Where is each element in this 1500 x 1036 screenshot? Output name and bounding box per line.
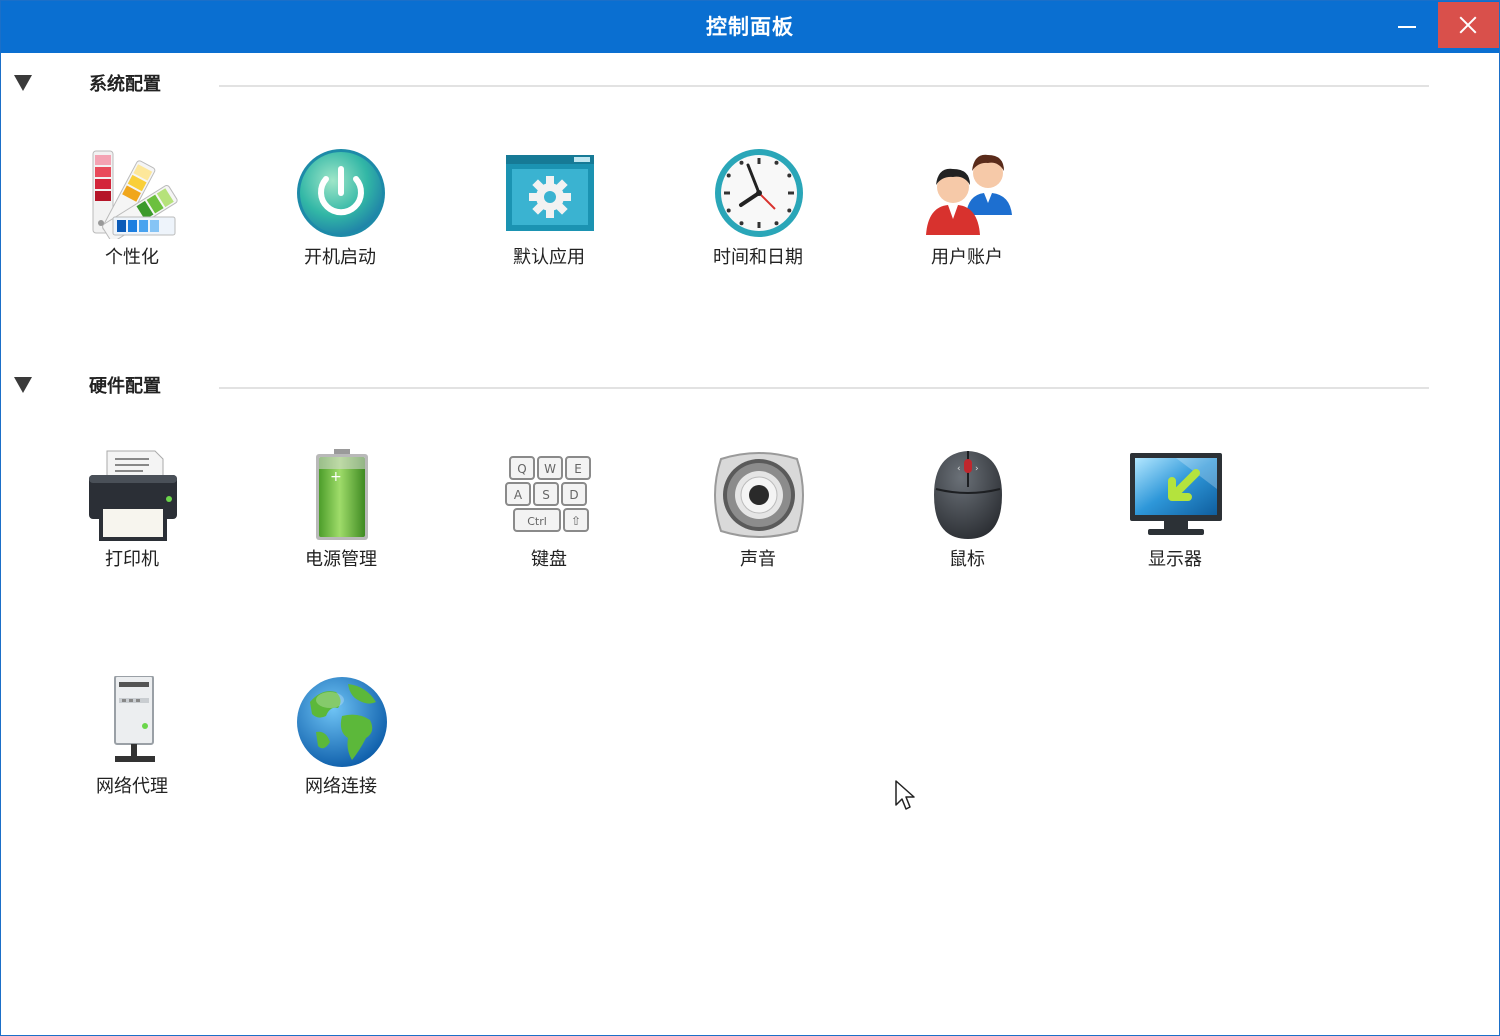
control-panel-window: 控制面板 系统配置 个性化 开机启动 默认应用 时间和日期 用户账户 硬件配置 … bbox=[0, 0, 1500, 1036]
item-label: 默认应用 bbox=[513, 247, 585, 268]
svg-text:⇧: ⇧ bbox=[571, 514, 581, 528]
item-date-time[interactable]: 时间和日期 bbox=[683, 147, 833, 287]
speaker-icon bbox=[714, 452, 804, 538]
section-label: 硬件配置 bbox=[89, 376, 161, 397]
keyboard-icon: Q W E A S D Ctrl ⇧ bbox=[505, 456, 591, 532]
svg-text:W: W bbox=[544, 462, 556, 476]
minimize-button[interactable] bbox=[1381, 1, 1437, 51]
item-network-proxy[interactable]: 网络代理 bbox=[57, 676, 207, 816]
window-title: 控制面板 bbox=[706, 15, 794, 39]
item-keyboard[interactable]: Q W E A S D Ctrl ⇧ 键盘 bbox=[474, 449, 624, 589]
item-mouse[interactable]: ‹ › 鼠标 bbox=[892, 449, 1042, 589]
clock-icon bbox=[715, 149, 803, 237]
item-printer[interactable]: 打印机 bbox=[57, 449, 207, 589]
item-label: 用户账户 bbox=[931, 247, 1003, 268]
collapse-triangle-icon[interactable] bbox=[14, 377, 32, 393]
item-power-management[interactable]: + 电源管理 bbox=[266, 449, 416, 589]
title-bar[interactable]: 控制面板 bbox=[1, 1, 1499, 53]
power-icon bbox=[297, 149, 385, 237]
section-hardware-config: 硬件配置 bbox=[1, 375, 1499, 405]
svg-text:Ctrl: Ctrl bbox=[527, 515, 547, 528]
svg-text:+: + bbox=[330, 469, 342, 485]
item-label: 鼠标 bbox=[949, 549, 985, 570]
network-server-icon bbox=[114, 676, 155, 762]
mouse-icon: ‹ › bbox=[934, 451, 1002, 539]
svg-text:›: › bbox=[975, 464, 979, 474]
svg-text:Q: Q bbox=[517, 462, 526, 476]
item-label: 时间和日期 bbox=[713, 247, 803, 268]
battery-icon: + bbox=[316, 449, 368, 540]
section-divider bbox=[219, 387, 1429, 389]
mouse-pointer-icon bbox=[895, 780, 915, 810]
item-label: 打印机 bbox=[105, 549, 159, 570]
section-divider bbox=[219, 85, 1429, 87]
svg-text:S: S bbox=[542, 488, 550, 502]
item-label: 电源管理 bbox=[305, 549, 377, 570]
gear-window-icon bbox=[506, 155, 594, 231]
item-label: 个性化 bbox=[105, 247, 159, 268]
item-label: 声音 bbox=[740, 549, 776, 570]
close-button[interactable] bbox=[1438, 2, 1499, 48]
item-label: 显示器 bbox=[1148, 549, 1202, 570]
globe-icon bbox=[297, 677, 387, 767]
minimize-icon bbox=[1398, 26, 1416, 28]
item-sound[interactable]: 声音 bbox=[683, 449, 833, 589]
users-icon bbox=[926, 154, 1012, 235]
svg-text:‹: ‹ bbox=[957, 464, 961, 474]
item-default-apps[interactable]: 默认应用 bbox=[474, 147, 624, 287]
color-palette-icon bbox=[92, 150, 178, 239]
section-label: 系统配置 bbox=[89, 74, 161, 95]
item-personalization[interactable]: 个性化 bbox=[57, 147, 207, 287]
svg-text:A: A bbox=[514, 488, 523, 502]
svg-text:D: D bbox=[569, 488, 578, 502]
item-label: 网络代理 bbox=[96, 776, 168, 797]
item-label: 开机启动 bbox=[304, 247, 376, 268]
collapse-triangle-icon[interactable] bbox=[14, 75, 32, 91]
item-display[interactable]: 显示器 bbox=[1100, 449, 1250, 589]
svg-text:E: E bbox=[574, 462, 582, 476]
printer-icon bbox=[89, 450, 177, 541]
item-label: 网络连接 bbox=[305, 776, 377, 797]
section-system-config: 系统配置 bbox=[1, 73, 1499, 103]
item-network-connection[interactable]: 网络连接 bbox=[266, 676, 416, 816]
item-label: 键盘 bbox=[531, 549, 567, 570]
monitor-icon bbox=[1130, 453, 1222, 535]
item-startup[interactable]: 开机启动 bbox=[265, 147, 415, 287]
item-user-accounts[interactable]: 用户账户 bbox=[892, 147, 1042, 287]
